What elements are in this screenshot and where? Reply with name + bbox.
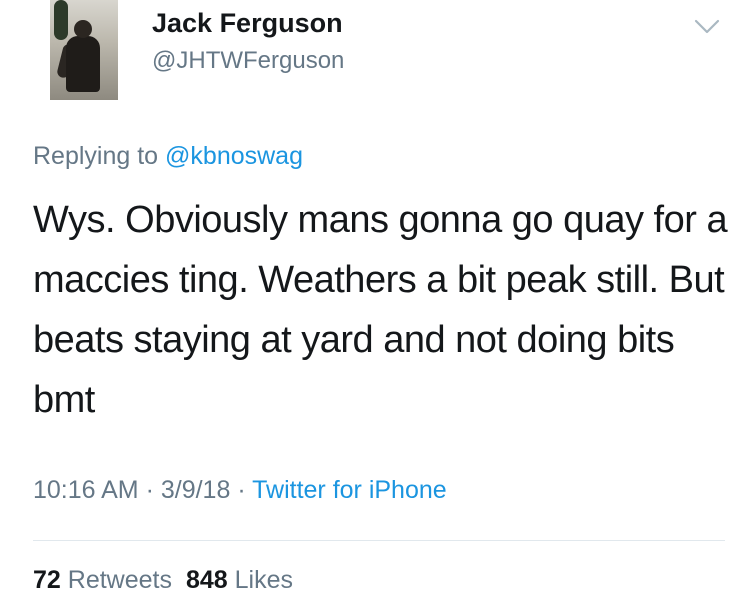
likes-count[interactable]: 848 (186, 566, 228, 594)
tweet-stats: 72 Retweets 848 Likes (33, 566, 293, 595)
reply-mention-link[interactable]: @kbnoswag (165, 142, 303, 170)
avatar-figure-head (74, 20, 92, 38)
retweets-label[interactable]: Retweets (68, 566, 172, 594)
tweet-metadata: 10:16 AM · 3/9/18 · Twitter for iPhone (33, 476, 447, 505)
tweet-time[interactable]: 10:16 AM (33, 476, 139, 504)
tweet-source-link[interactable]: Twitter for iPhone (252, 476, 447, 504)
avatar[interactable] (50, 0, 118, 100)
retweets-count[interactable]: 72 (33, 566, 61, 594)
replying-to: Replying to @kbnoswag (33, 142, 303, 171)
meta-separator: · (138, 476, 161, 504)
replying-to-label: Replying to (33, 142, 166, 170)
tweet-date[interactable]: 3/9/18 (161, 476, 231, 504)
likes-label[interactable]: Likes (235, 566, 293, 594)
chevron-down-icon (694, 19, 720, 34)
display-name[interactable]: Jack Ferguson (152, 8, 343, 39)
meta-separator: · (230, 476, 253, 504)
tweet-menu-button[interactable] (694, 18, 720, 36)
tweet-card: Jack Ferguson @JHTWFerguson Replying to … (0, 0, 750, 600)
user-handle[interactable]: @JHTWFerguson (152, 47, 344, 75)
tweet-text: Wys. Obviously mans gonna go quay for a … (33, 199, 728, 421)
avatar-background-tree (54, 0, 68, 40)
avatar-figure-body (66, 36, 100, 92)
divider (33, 540, 725, 541)
